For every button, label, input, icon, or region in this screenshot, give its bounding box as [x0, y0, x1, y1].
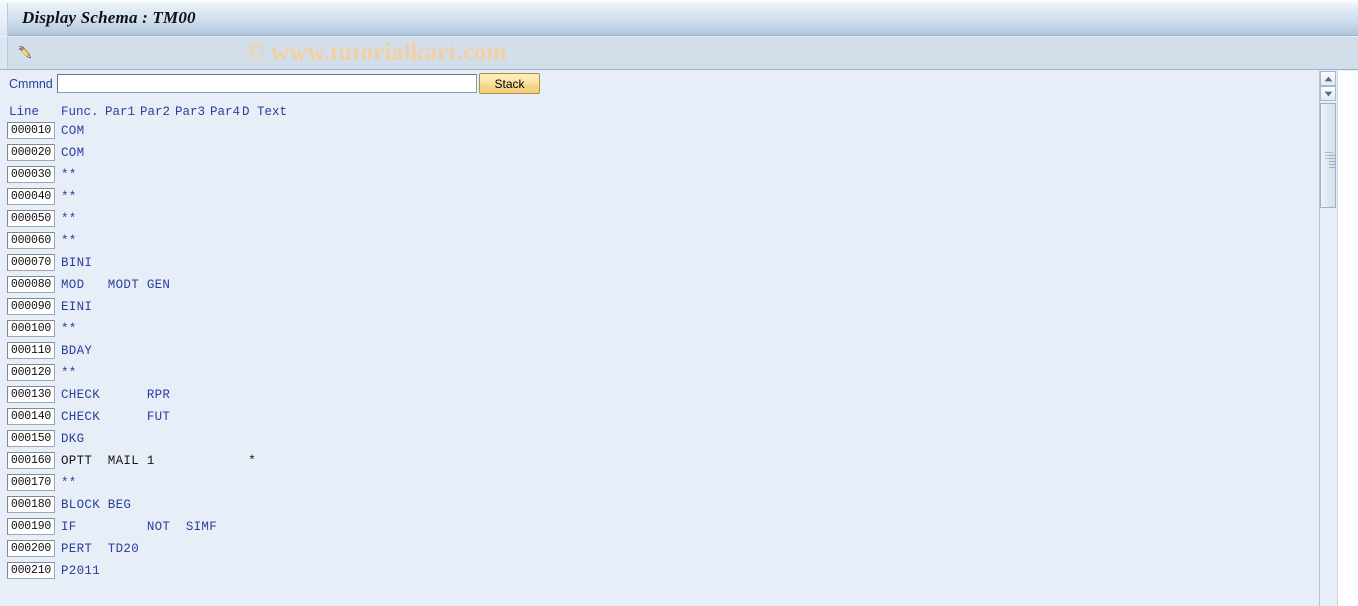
line-number-field[interactable]: 000160: [7, 452, 55, 469]
command-field-label: Cmmnd: [9, 77, 53, 91]
table-row[interactable]: 000200 PERT TD20: [0, 539, 1325, 561]
column-header-line: Line: [9, 105, 40, 119]
schema-line-text[interactable]: DKG: [61, 432, 84, 446]
table-row[interactable]: 000070 BINI: [0, 253, 1325, 275]
stack-button[interactable]: Stack: [479, 73, 540, 94]
column-header-par3: Par3: [175, 105, 206, 119]
line-number-field[interactable]: 000020: [7, 144, 55, 161]
line-number-field[interactable]: 000110: [7, 342, 55, 359]
table-row[interactable]: 000190 IF NOT SIMF: [0, 517, 1325, 539]
table-row[interactable]: 000040 **: [0, 187, 1325, 209]
command-input[interactable]: [57, 74, 477, 93]
schema-line-text[interactable]: CHECK FUT: [61, 410, 170, 424]
line-number-field[interactable]: 000050: [7, 210, 55, 227]
line-number-field[interactable]: 000200: [7, 540, 55, 557]
schema-line-text[interactable]: **: [61, 322, 77, 336]
line-number-field[interactable]: 000190: [7, 518, 55, 535]
line-number-field[interactable]: 000130: [7, 386, 55, 403]
table-row[interactable]: 000060 **: [0, 231, 1325, 253]
table-row[interactable]: 000010 COM: [0, 121, 1325, 143]
schema-line-text[interactable]: **: [61, 476, 77, 490]
schema-line-text[interactable]: **: [61, 366, 77, 380]
schema-line-text[interactable]: P2011: [61, 564, 100, 578]
page-title: Display Schema : TM00: [22, 8, 196, 27]
sap-gui-window: Display Schema : TM00 © www.tutorialkart…: [0, 0, 1358, 606]
schema-line-text[interactable]: COM: [61, 124, 84, 138]
line-number-field[interactable]: 000180: [7, 496, 55, 513]
line-number-field[interactable]: 000060: [7, 232, 55, 249]
table-row[interactable]: 000130 CHECK RPR: [0, 385, 1325, 407]
column-header-text: Text: [257, 105, 288, 119]
table-row[interactable]: 000150 DKG: [0, 429, 1325, 451]
schema-line-text[interactable]: **: [61, 234, 77, 248]
line-number-field[interactable]: 000100: [7, 320, 55, 337]
schema-line-text[interactable]: **: [61, 168, 77, 182]
column-header-par2: Par2: [140, 105, 171, 119]
schema-line-text[interactable]: MOD MODT GEN: [61, 278, 170, 292]
column-header-func: Func.: [61, 105, 99, 119]
vertical-scrollbar[interactable]: [1319, 71, 1336, 606]
column-header-par1: Par1: [105, 105, 136, 119]
line-number-field[interactable]: 000210: [7, 562, 55, 579]
schema-line-text[interactable]: EINI: [61, 300, 92, 314]
line-number-field[interactable]: 000080: [7, 276, 55, 293]
line-number-field[interactable]: 000040: [7, 188, 55, 205]
table-row[interactable]: 000120 **: [0, 363, 1325, 385]
schema-line-text[interactable]: OPTT MAIL 1 *: [61, 454, 256, 468]
command-bar: Cmmnd Stack: [0, 71, 1325, 99]
line-number-field[interactable]: 000090: [7, 298, 55, 315]
line-number-field[interactable]: 000010: [7, 122, 55, 139]
table-row[interactable]: 000100 **: [0, 319, 1325, 341]
scroll-up-icon[interactable]: [1320, 71, 1336, 86]
schema-line-text[interactable]: **: [61, 212, 77, 226]
schema-line-text[interactable]: **: [61, 190, 77, 204]
schema-line-text[interactable]: IF NOT SIMF: [61, 520, 217, 534]
schema-listing: Line Func. Par1 Par2 Par3 Par4 D Text 000010 COM…: [0, 103, 1325, 606]
schema-line-text[interactable]: BLOCK BEG: [61, 498, 131, 512]
line-number-field[interactable]: 000120: [7, 364, 55, 381]
table-row[interactable]: 000020 COM: [0, 143, 1325, 165]
toolbar-left-stub: [0, 37, 8, 69]
window-title-bar: Display Schema : TM00: [0, 0, 1358, 36]
table-row[interactable]: 000140 CHECK FUT: [0, 407, 1325, 429]
schema-line-text[interactable]: BINI: [61, 256, 92, 270]
schema-line-text[interactable]: PERT TD20: [61, 542, 139, 556]
schema-rows: 000010 COM 000020 COM 000030 ** 000040 ** 000050…: [0, 121, 1325, 583]
schema-line-text[interactable]: COM: [61, 146, 84, 160]
line-number-field[interactable]: 000170: [7, 474, 55, 491]
application-toolbar: © www.tutorialkart.com: [0, 37, 1358, 70]
table-row[interactable]: 000180 BLOCK BEG: [0, 495, 1325, 517]
scroll-down-icon[interactable]: [1320, 86, 1336, 101]
column-header-d: D: [242, 105, 250, 119]
line-number-field[interactable]: 000030: [7, 166, 55, 183]
title-bar-highlight: [0, 0, 1358, 3]
schema-line-text[interactable]: BDAY: [61, 344, 92, 358]
table-row[interactable]: 000160 OPTT MAIL 1 *: [0, 451, 1325, 473]
outer-scroll-gutter[interactable]: [1337, 71, 1358, 606]
column-header-row: Line Func. Par1 Par2 Par3 Par4 D Text: [0, 103, 1325, 121]
table-row[interactable]: 000090 EINI: [0, 297, 1325, 319]
table-row[interactable]: 000110 BDAY: [0, 341, 1325, 363]
line-number-field[interactable]: 000140: [7, 408, 55, 425]
table-row[interactable]: 000030 **: [0, 165, 1325, 187]
watermark-text: © www.tutorialkart.com: [246, 39, 507, 66]
title-bar-left-stub: [0, 3, 8, 36]
table-row[interactable]: 000210 P2011: [0, 561, 1325, 583]
table-row[interactable]: 000170 **: [0, 473, 1325, 495]
table-row[interactable]: 000050 **: [0, 209, 1325, 231]
pencil-edit-icon[interactable]: [12, 40, 40, 66]
listing-bottom-filler: [0, 598, 1325, 606]
line-number-field[interactable]: 000070: [7, 254, 55, 271]
line-number-field[interactable]: 000150: [7, 430, 55, 447]
resize-grip-icon[interactable]: [1329, 155, 1335, 169]
column-header-par4: Par4: [210, 105, 241, 119]
schema-line-text[interactable]: CHECK RPR: [61, 388, 170, 402]
table-row[interactable]: 000080 MOD MODT GEN: [0, 275, 1325, 297]
